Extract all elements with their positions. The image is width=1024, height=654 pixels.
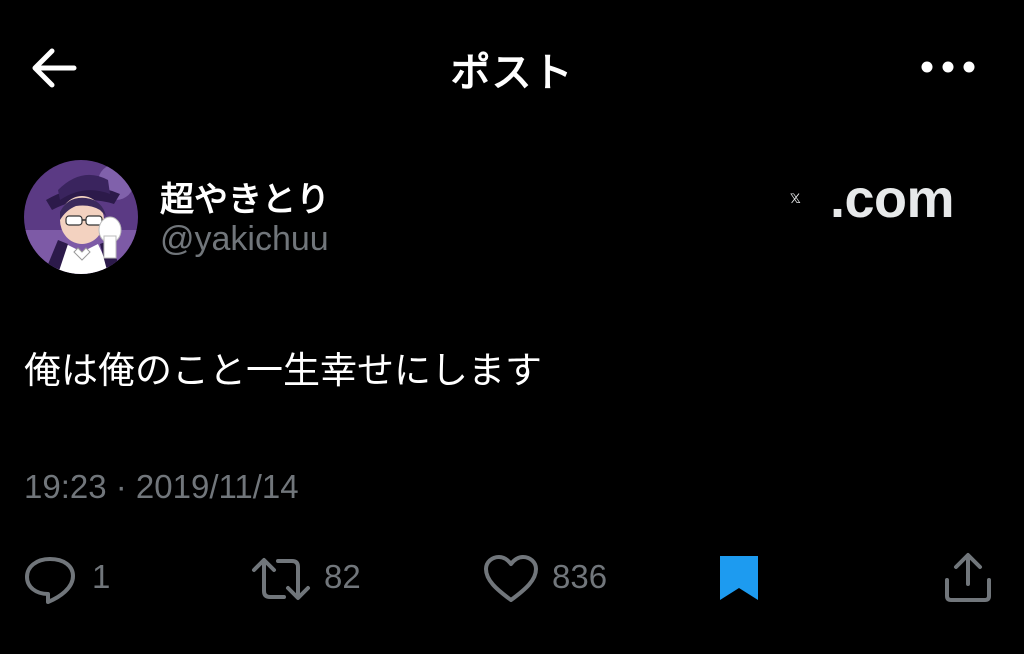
share-button[interactable] bbox=[942, 540, 994, 620]
x-logo bbox=[790, 193, 801, 204]
bookmark-button[interactable] bbox=[716, 540, 766, 620]
avatar[interactable] bbox=[24, 160, 138, 274]
author-handle[interactable]: @yakichuu bbox=[160, 220, 329, 259]
watermark-text: .com bbox=[830, 169, 955, 229]
like-count: 836 bbox=[552, 558, 608, 595]
top-bar: ポスト bbox=[0, 0, 1024, 134]
bookmark-icon bbox=[720, 556, 758, 600]
post-timestamp[interactable]: 19:23 · 2019/11/14 bbox=[24, 468, 299, 506]
post-body: 俺は俺のこと一生幸せにします bbox=[24, 349, 542, 392]
repost-arrows-icon bbox=[252, 558, 310, 600]
reply-bubble-icon bbox=[25, 557, 75, 604]
repost-button[interactable]: 82 bbox=[250, 540, 380, 620]
page-title: ポスト bbox=[450, 50, 574, 96]
more-options-button[interactable] bbox=[916, 50, 980, 84]
reply-button[interactable]: 1 bbox=[22, 540, 122, 620]
action-bar: 1 82 836 bbox=[0, 540, 1024, 620]
share-upload-icon bbox=[945, 553, 991, 602]
avatar-illustration bbox=[24, 160, 138, 274]
author-display-name[interactable]: 超やきとり bbox=[160, 172, 330, 221]
more-horizontal-icon bbox=[921, 61, 975, 73]
reply-count: 1 bbox=[92, 558, 111, 595]
like-button[interactable]: 836 bbox=[482, 540, 632, 620]
heart-icon bbox=[484, 555, 538, 602]
repost-count: 82 bbox=[324, 558, 361, 595]
